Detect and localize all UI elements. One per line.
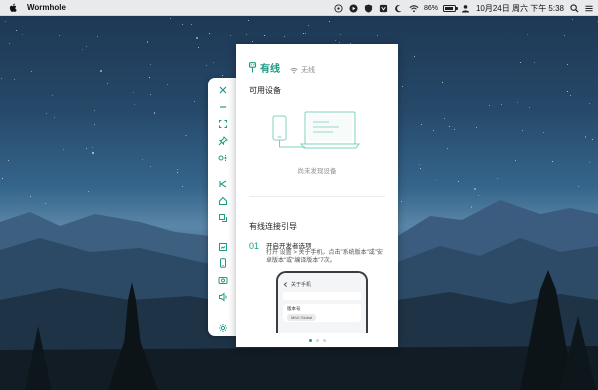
tab-wireless-label: 无线 xyxy=(301,67,315,74)
pagination-dot[interactable] xyxy=(315,339,319,342)
phone-header: 关于手机 xyxy=(278,280,366,289)
apple-icon[interactable] xyxy=(5,0,21,16)
no-device-illustration xyxy=(272,111,360,149)
wired-guide-title: 有线连接引导 xyxy=(249,222,297,231)
side-toolbar xyxy=(208,78,238,336)
tab-wireless[interactable]: 无线 xyxy=(290,65,315,75)
phone-back-icon xyxy=(283,282,288,287)
vpn-icon[interactable] xyxy=(379,3,389,13)
wifi-tab-icon xyxy=(290,67,298,73)
recent-apps-icon xyxy=(219,213,227,222)
fullscreen-button[interactable] xyxy=(212,116,234,133)
menu-clock[interactable]: 10月24日 周六 下午 5:38 xyxy=(476,3,564,14)
phone-illustration: 关于手机 版本号 MIUI Global xyxy=(276,271,368,333)
settings-icon xyxy=(219,323,227,332)
usb-plug-icon xyxy=(248,62,257,73)
phone-header-title: 关于手机 xyxy=(291,282,312,288)
camera-icon xyxy=(218,277,228,285)
battery-icon[interactable] xyxy=(442,4,458,12)
volume-button[interactable] xyxy=(212,289,234,306)
phone-status-bar xyxy=(278,273,366,280)
back-button[interactable] xyxy=(212,176,234,193)
connection-panel: 有线 无线 可用设备 尚未发现设备 有线连接引导 01 开启开发者选项 打开 设… xyxy=(236,44,398,347)
pin-button[interactable] xyxy=(212,132,234,149)
close-button[interactable] xyxy=(212,82,234,99)
home-button[interactable] xyxy=(212,193,234,210)
control-center-icon[interactable] xyxy=(584,3,594,13)
back-icon xyxy=(219,180,227,188)
minimize-button[interactable] xyxy=(212,99,234,116)
fullscreen-icon xyxy=(218,119,228,129)
wifi-icon[interactable] xyxy=(409,3,419,13)
battery-percent: 86% xyxy=(423,4,438,12)
close-icon xyxy=(219,86,227,94)
phone-version-card: 版本号 MIUI Global xyxy=(283,304,361,322)
settings-button[interactable] xyxy=(212,319,234,336)
available-devices-title: 可用设备 xyxy=(249,86,281,95)
connect-icon xyxy=(218,154,227,161)
menu-bar: Wormhole 86% 10月24日 周六 下午 5:38 xyxy=(0,0,598,16)
home-icon xyxy=(218,196,228,206)
user-icon[interactable] xyxy=(461,3,471,13)
volume-icon xyxy=(219,292,227,302)
next-step-button[interactable] xyxy=(385,278,395,292)
scrobble-icon[interactable] xyxy=(334,3,344,13)
phone-row xyxy=(283,292,361,300)
chevron-right-icon xyxy=(387,280,393,290)
step-number: 01 xyxy=(249,241,260,251)
app-menu-name[interactable]: Wormhole xyxy=(27,3,66,12)
screenshot-icon xyxy=(219,242,227,251)
pin-icon xyxy=(218,135,228,146)
phone-card-title: 版本号 xyxy=(287,306,301,311)
phone-icon xyxy=(220,258,226,269)
screenshot-button[interactable] xyxy=(212,238,234,255)
connection-tabs: 有线 无线 xyxy=(248,60,315,75)
play-icon[interactable] xyxy=(349,3,359,13)
pagination-dot[interactable] xyxy=(322,339,326,342)
minimize-icon xyxy=(220,106,226,108)
connect-button[interactable] xyxy=(212,149,234,166)
section-divider xyxy=(249,196,385,197)
battery-fill xyxy=(444,6,453,10)
tab-wired-label: 有线 xyxy=(260,64,280,75)
search-icon[interactable] xyxy=(569,3,579,13)
pagination-dot[interactable] xyxy=(308,339,312,342)
pagination-dots xyxy=(236,339,398,342)
tab-wired[interactable]: 有线 xyxy=(248,60,280,75)
step-description: 打开 设置 > 关于手机，点击"系统版本"或"安卓版本"或"编译版本"7次。 xyxy=(266,250,383,264)
phone-button[interactable] xyxy=(212,255,234,272)
no-device-text: 尚未发现设备 xyxy=(297,168,337,175)
status-icons: 86% 10月24日 周六 下午 5:38 xyxy=(334,0,594,16)
shield-icon[interactable] xyxy=(364,3,374,13)
recent-apps-button[interactable] xyxy=(212,209,234,226)
camera-button[interactable] xyxy=(212,272,234,289)
moon-icon[interactable] xyxy=(394,3,404,13)
phone-card-pill: MIUI Global xyxy=(287,314,317,321)
